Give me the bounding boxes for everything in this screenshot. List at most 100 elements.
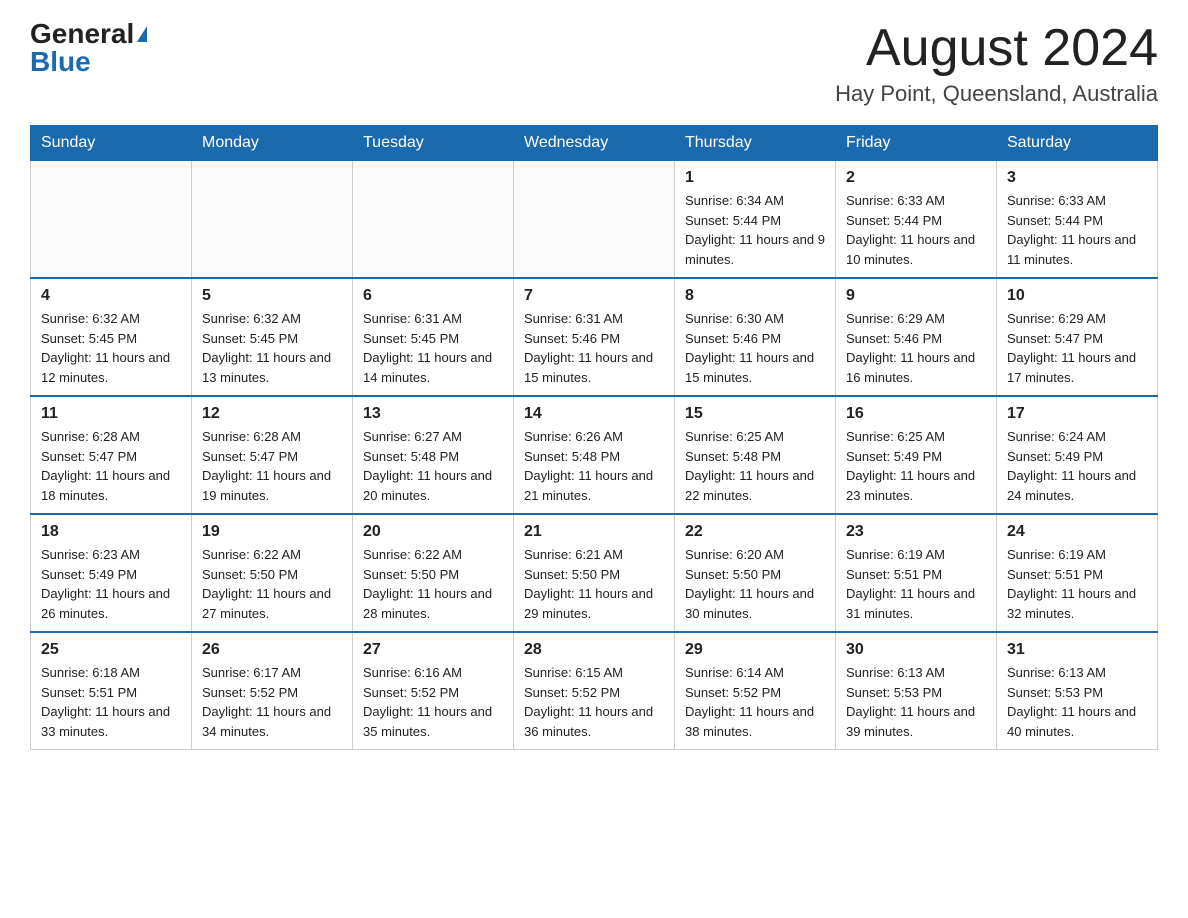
calendar-cell: 26 Sunrise: 6:17 AMSunset: 5:52 PMDayligh… [192,632,353,750]
day-number: 25 [41,641,181,659]
day-number: 7 [524,287,664,305]
calendar-cell: 23 Sunrise: 6:19 AMSunset: 5:51 PMDayligh… [836,514,997,632]
calendar-cell: 27 Sunrise: 6:16 AMSunset: 5:52 PMDayligh… [353,632,514,750]
calendar-cell: 8 Sunrise: 6:30 AMSunset: 5:46 PMDaylight… [675,278,836,396]
logo-triangle-icon [137,26,147,42]
day-info: Sunrise: 6:21 AMSunset: 5:50 PMDaylight:… [524,545,664,623]
day-info: Sunrise: 6:27 AMSunset: 5:48 PMDaylight:… [363,427,503,505]
calendar-cell: 4Sunrise: 6:32 AMSunset: 5:45 PMDaylight… [31,278,192,396]
calendar-cell: 29 Sunrise: 6:14 AMSunset: 5:52 PMDayligh… [675,632,836,750]
calendar-cell: 28 Sunrise: 6:15 AMSunset: 5:52 PMDayligh… [514,632,675,750]
month-title: August 2024 [835,20,1158,77]
day-number: 22 [685,523,825,541]
calendar-cell: 16 Sunrise: 6:25 AMSunset: 5:49 PMDayligh… [836,396,997,514]
day-number: 15 [685,405,825,423]
day-number: 14 [524,405,664,423]
calendar-cell: 13 Sunrise: 6:27 AMSunset: 5:48 PMDayligh… [353,396,514,514]
day-number: 27 [363,641,503,659]
day-number: 11 [41,405,181,423]
calendar-cell: 22Sunrise: 6:20 AMSunset: 5:50 PMDayligh… [675,514,836,632]
day-number: 26 [202,641,342,659]
calendar-cell: 11 Sunrise: 6:28 AMSunset: 5:47 PMDayligh… [31,396,192,514]
calendar-cell: 30 Sunrise: 6:13 AMSunset: 5:53 PMDayligh… [836,632,997,750]
day-info: Sunrise: 6:22 AMSunset: 5:50 PMDaylight:… [202,545,342,623]
day-number: 13 [363,405,503,423]
day-info: Sunrise: 6:32 AMSunset: 5:45 PMDaylight:… [41,309,181,387]
day-info: Sunrise: 6:25 AMSunset: 5:48 PMDaylight:… [685,427,825,505]
page-header: General Blue August 2024 Hay Point, Quee… [30,20,1158,107]
day-info: Sunrise: 6:32 AMSunset: 5:45 PMDaylight:… [202,309,342,387]
calendar-cell: 10 Sunrise: 6:29 AMSunset: 5:47 PMDayligh… [997,278,1158,396]
day-number: 5 [202,287,342,305]
day-info: Sunrise: 6:19 AMSunset: 5:51 PMDaylight:… [846,545,986,623]
calendar-cell: 21Sunrise: 6:21 AMSunset: 5:50 PMDayligh… [514,514,675,632]
calendar-cell: 15 Sunrise: 6:25 AMSunset: 5:48 PMDayligh… [675,396,836,514]
day-info: Sunrise: 6:24 AMSunset: 5:49 PMDaylight:… [1007,427,1147,505]
logo: General Blue [30,20,147,76]
day-info: Sunrise: 6:29 AMSunset: 5:46 PMDaylight:… [846,309,986,387]
calendar-cell: 18 Sunrise: 6:23 AMSunset: 5:49 PMDayligh… [31,514,192,632]
weekday-header-saturday: Saturday [997,126,1158,161]
day-info: Sunrise: 6:29 AMSunset: 5:47 PMDaylight:… [1007,309,1147,387]
day-number: 8 [685,287,825,305]
day-number: 28 [524,641,664,659]
day-info: Sunrise: 6:30 AMSunset: 5:46 PMDaylight:… [685,309,825,387]
day-info: Sunrise: 6:15 AMSunset: 5:52 PMDaylight:… [524,663,664,741]
weekday-header-friday: Friday [836,126,997,161]
day-number: 29 [685,641,825,659]
day-info: Sunrise: 6:23 AMSunset: 5:49 PMDaylight:… [41,545,181,623]
day-number: 19 [202,523,342,541]
day-number: 10 [1007,287,1147,305]
calendar-cell: 14 Sunrise: 6:26 AMSunset: 5:48 PMDayligh… [514,396,675,514]
weekday-header-thursday: Thursday [675,126,836,161]
weekday-header-row: SundayMondayTuesdayWednesdayThursdayFrid… [31,126,1158,161]
day-info: Sunrise: 6:14 AMSunset: 5:52 PMDaylight:… [685,663,825,741]
calendar-week-row: 1 Sunrise: 6:34 AMSunset: 5:44 PMDaylight… [31,161,1158,279]
day-info: Sunrise: 6:13 AMSunset: 5:53 PMDaylight:… [1007,663,1147,741]
weekday-header-tuesday: Tuesday [353,126,514,161]
calendar-week-row: 4Sunrise: 6:32 AMSunset: 5:45 PMDaylight… [31,278,1158,396]
weekday-header-monday: Monday [192,126,353,161]
day-info: Sunrise: 6:34 AMSunset: 5:44 PMDaylight:… [685,191,825,269]
day-info: Sunrise: 6:18 AMSunset: 5:51 PMDaylight:… [41,663,181,741]
day-info: Sunrise: 6:13 AMSunset: 5:53 PMDaylight:… [846,663,986,741]
calendar-week-row: 11 Sunrise: 6:28 AMSunset: 5:47 PMDayligh… [31,396,1158,514]
day-info: Sunrise: 6:28 AMSunset: 5:47 PMDaylight:… [41,427,181,505]
calendar-cell [514,161,675,279]
weekday-header-wednesday: Wednesday [514,126,675,161]
day-info: Sunrise: 6:31 AMSunset: 5:46 PMDaylight:… [524,309,664,387]
title-block: August 2024 Hay Point, Queensland, Austr… [835,20,1158,107]
calendar-week-row: 18 Sunrise: 6:23 AMSunset: 5:49 PMDayligh… [31,514,1158,632]
day-info: Sunrise: 6:16 AMSunset: 5:52 PMDaylight:… [363,663,503,741]
day-number: 6 [363,287,503,305]
day-number: 31 [1007,641,1147,659]
calendar-cell: 6 Sunrise: 6:31 AMSunset: 5:45 PMDaylight… [353,278,514,396]
day-info: Sunrise: 6:25 AMSunset: 5:49 PMDaylight:… [846,427,986,505]
calendar-table: SundayMondayTuesdayWednesdayThursdayFrid… [30,125,1158,750]
day-number: 1 [685,169,825,187]
day-number: 24 [1007,523,1147,541]
day-info: Sunrise: 6:17 AMSunset: 5:52 PMDaylight:… [202,663,342,741]
day-info: Sunrise: 6:28 AMSunset: 5:47 PMDaylight:… [202,427,342,505]
calendar-cell: 24 Sunrise: 6:19 AMSunset: 5:51 PMDayligh… [997,514,1158,632]
calendar-cell: 20 Sunrise: 6:22 AMSunset: 5:50 PMDayligh… [353,514,514,632]
calendar-cell: 5 Sunrise: 6:32 AMSunset: 5:45 PMDaylight… [192,278,353,396]
day-number: 18 [41,523,181,541]
calendar-cell: 19 Sunrise: 6:22 AMSunset: 5:50 PMDayligh… [192,514,353,632]
day-info: Sunrise: 6:19 AMSunset: 5:51 PMDaylight:… [1007,545,1147,623]
day-number: 30 [846,641,986,659]
day-number: 20 [363,523,503,541]
calendar-cell: 31 Sunrise: 6:13 AMSunset: 5:53 PMDayligh… [997,632,1158,750]
day-info: Sunrise: 6:26 AMSunset: 5:48 PMDaylight:… [524,427,664,505]
day-info: Sunrise: 6:33 AMSunset: 5:44 PMDaylight:… [1007,191,1147,269]
day-info: Sunrise: 6:33 AMSunset: 5:44 PMDaylight:… [846,191,986,269]
day-number: 2 [846,169,986,187]
calendar-cell [192,161,353,279]
day-info: Sunrise: 6:22 AMSunset: 5:50 PMDaylight:… [363,545,503,623]
calendar-cell: 25 Sunrise: 6:18 AMSunset: 5:51 PMDayligh… [31,632,192,750]
logo-general-text: General [30,20,134,48]
day-info: Sunrise: 6:31 AMSunset: 5:45 PMDaylight:… [363,309,503,387]
day-number: 16 [846,405,986,423]
calendar-cell [353,161,514,279]
day-number: 23 [846,523,986,541]
